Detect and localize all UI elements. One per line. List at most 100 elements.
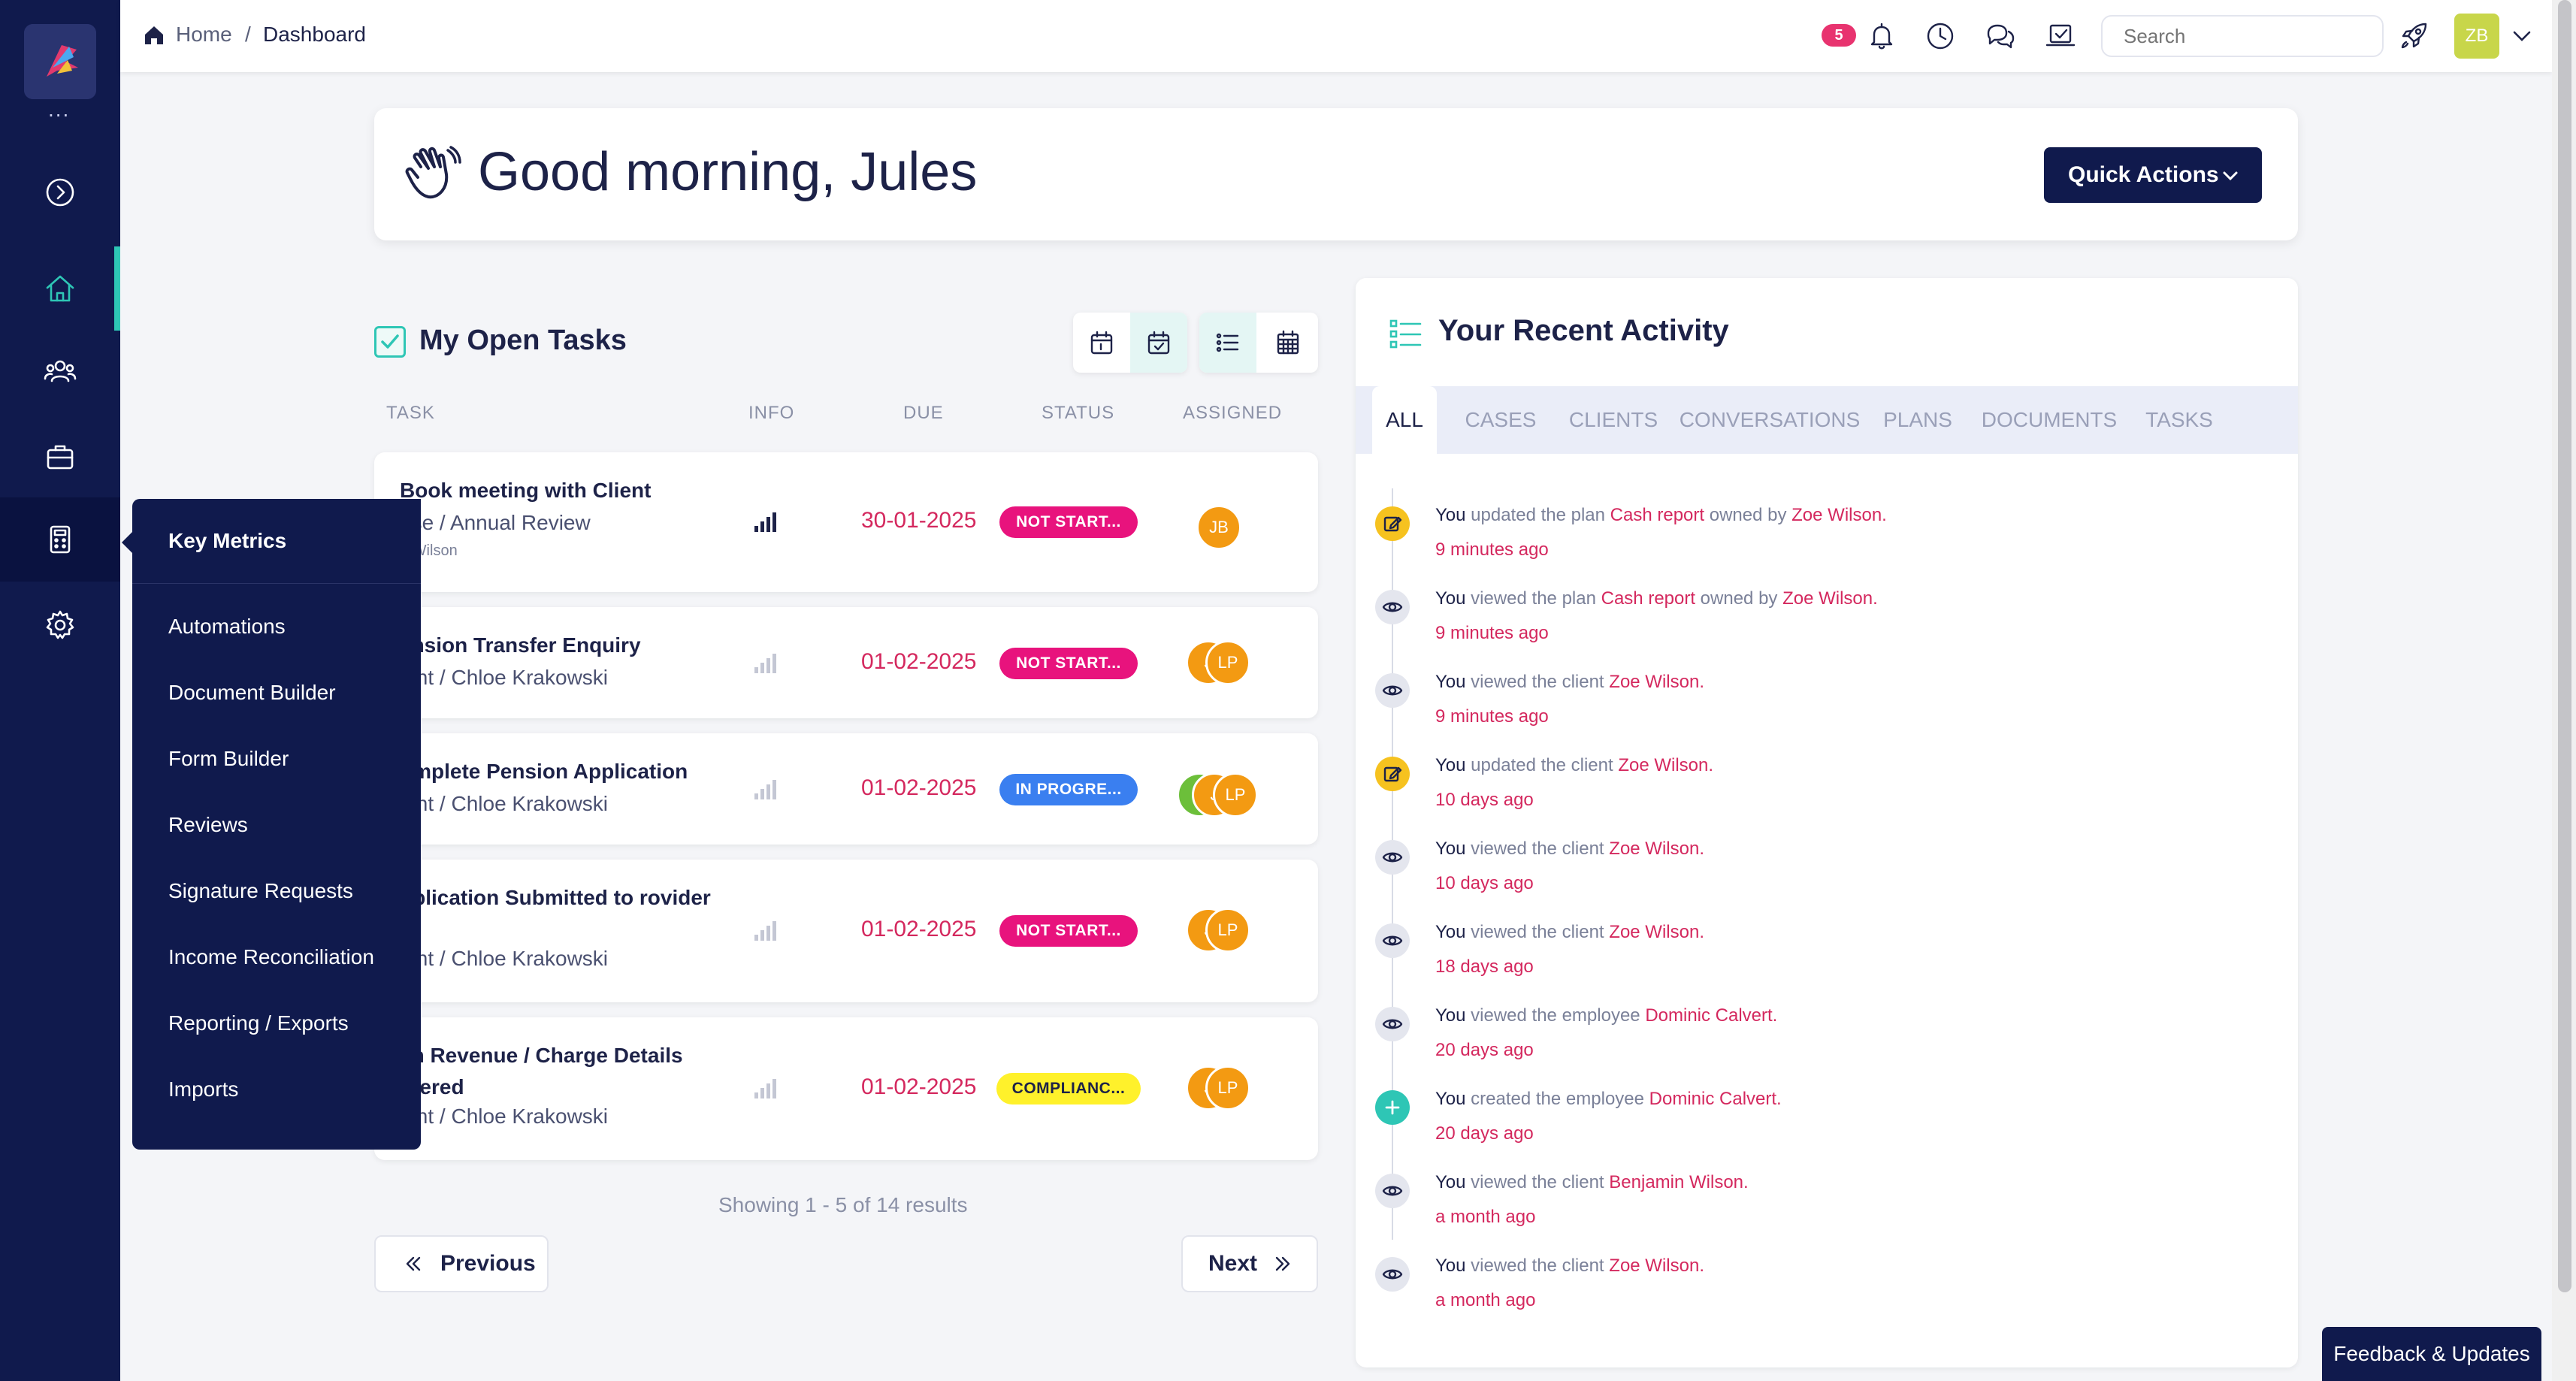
flyout-title[interactable]: Key Metrics — [168, 529, 286, 553]
recent-activity-card: Your Recent Activity ALL CASES CLIENTS C… — [1356, 278, 2298, 1367]
flyout-item-document-builder[interactable]: Document Builder — [168, 681, 336, 705]
activity-time: a month ago — [1435, 1290, 1536, 1310]
activity-item: You viewed the client Zoe Wilson. a month… — [1356, 1248, 2298, 1323]
task-context: ient / Chloe Krakowski — [400, 1104, 609, 1128]
activity-action: created the employee — [1465, 1089, 1649, 1109]
task-row[interactable]: pplication Submitted to rovider ient / C… — [374, 860, 1318, 1002]
quick-actions-button[interactable]: Quick Actions — [2044, 147, 2262, 203]
assignee-avatar[interactable]: LP — [1213, 772, 1258, 817]
activity-time: 9 minutes ago — [1435, 539, 1549, 560]
chevron-down-icon[interactable] — [2510, 24, 2534, 48]
activity-action: viewed the plan — [1465, 588, 1601, 609]
pagination-summary: Showing 1 - 5 of 14 results — [718, 1193, 968, 1216]
task-row[interactable]: omplete Pension Application ient / Chloe… — [374, 733, 1318, 845]
notification-count-badge: 5 — [1822, 24, 1856, 47]
activity-time: 10 days ago — [1435, 873, 1534, 893]
column-assigned[interactable]: ASSIGNED — [1183, 403, 1282, 424]
activity-text: You created the employee Dominic Calvert… — [1435, 1089, 1782, 1110]
activity-link[interactable]: Dominic Calvert. — [1649, 1089, 1782, 1109]
column-due[interactable]: DUE — [903, 403, 944, 424]
users-icon[interactable] — [38, 349, 83, 394]
column-status[interactable]: STATUS — [1042, 403, 1114, 424]
scrollbar-thumb[interactable] — [2558, 0, 2571, 1292]
priority-signal-icon — [754, 1079, 776, 1098]
activity-actor: You — [1435, 839, 1466, 859]
activity-owner-link[interactable]: Zoe Wilson. — [1782, 588, 1878, 609]
task-name[interactable]: Book meeting with Client — [400, 475, 730, 506]
activity-link[interactable]: Cash report — [1601, 588, 1695, 609]
column-task[interactable]: TASK — [386, 403, 435, 424]
user-avatar[interactable]: ZB — [2454, 14, 2499, 59]
calendar-check-icon[interactable] — [1130, 313, 1187, 373]
home-icon[interactable] — [38, 266, 83, 311]
assignee-avatar[interactable]: JB — [1196, 505, 1241, 550]
task-name[interactable]: ension Transfer Enquiry — [400, 630, 730, 661]
eye-icon — [1375, 1007, 1410, 1041]
column-info[interactable]: INFO — [748, 403, 794, 424]
activity-time: 18 days ago — [1435, 956, 1534, 977]
activity-link[interactable]: Cash report — [1610, 505, 1704, 525]
tab-all[interactable]: ALL — [1372, 386, 1437, 454]
tasks-check-icon — [374, 326, 406, 358]
expand-sidebar-icon[interactable] — [38, 170, 83, 215]
next-page-button[interactable]: Next — [1181, 1235, 1318, 1292]
task-row[interactable]: Book meeting with Client ase / Annual Re… — [374, 452, 1318, 592]
flyout-item-imports[interactable]: Imports — [168, 1077, 238, 1101]
activity-item: You viewed the client Zoe Wilson. 9 minut… — [1356, 664, 2298, 739]
tab-tasks[interactable]: TASKS — [2134, 386, 2224, 454]
date-view-toggle — [1073, 313, 1187, 373]
tab-plans[interactable]: PLANS — [1873, 386, 1963, 454]
logo-more-dots: ... — [48, 98, 71, 121]
flyout-item-automations[interactable]: Automations — [168, 615, 286, 639]
priority-signal-icon — [754, 921, 776, 941]
breadcrumb-home-icon[interactable] — [143, 24, 165, 47]
search-input[interactable] — [2101, 15, 2384, 57]
flyout-item-form-builder[interactable]: Form Builder — [168, 747, 289, 771]
tab-conversations[interactable]: CONVERSATIONS — [1676, 386, 1864, 454]
chat-icon[interactable] — [1984, 20, 2017, 53]
chevron-down-icon — [2223, 171, 2238, 181]
activity-owner-link[interactable]: Zoe Wilson. — [1791, 505, 1887, 525]
calculator-icon[interactable] — [38, 517, 83, 562]
activity-action: viewed the client — [1465, 1256, 1610, 1276]
clock-icon[interactable] — [1924, 20, 1957, 53]
flyout-item-reporting-exports[interactable]: Reporting / Exports — [168, 1011, 349, 1035]
gear-icon[interactable] — [38, 603, 83, 648]
task-name[interactable]: pplication Submitted to rovider — [400, 882, 730, 914]
activity-link[interactable]: Zoe Wilson. — [1609, 672, 1704, 692]
breadcrumb-home[interactable]: Home — [176, 23, 232, 47]
feedback-updates-button[interactable]: Feedback & Updates — [2322, 1327, 2541, 1381]
activity-item: You viewed the client Benjamin Wilson. a … — [1356, 1165, 2298, 1240]
activity-link[interactable]: Benjamin Wilson. — [1609, 1172, 1748, 1192]
list-view-icon[interactable] — [1199, 313, 1256, 373]
tab-documents[interactable]: DOCUMENTS — [1972, 386, 2127, 454]
rocket-icon[interactable] — [2397, 20, 2430, 53]
flyout-item-reviews[interactable]: Reviews — [168, 813, 248, 837]
laptop-check-icon[interactable] — [2044, 20, 2077, 53]
activity-link[interactable]: Zoe Wilson. — [1609, 1256, 1704, 1276]
tab-cases[interactable]: CASES — [1452, 386, 1550, 454]
task-row[interactable]: an Revenue / Charge Details ntered ient … — [374, 1017, 1318, 1160]
calendar-grid-icon[interactable] — [1259, 313, 1317, 373]
bell-icon[interactable] — [1865, 20, 1898, 53]
activity-action: viewed the client — [1465, 1172, 1610, 1192]
calendar-day-icon[interactable] — [1073, 313, 1130, 373]
breadcrumb-separator: / — [245, 23, 251, 46]
activity-link[interactable]: Zoe Wilson. — [1609, 922, 1704, 942]
flyout-item-income-reconciliation[interactable]: Income Reconciliation — [168, 945, 374, 969]
briefcase-icon[interactable] — [38, 434, 83, 479]
assignee-avatar[interactable]: LP — [1205, 908, 1250, 953]
sidebar: ... — [0, 0, 120, 1381]
flyout-item-signature-requests[interactable]: Signature Requests — [168, 879, 353, 903]
previous-page-button[interactable]: Previous — [374, 1235, 549, 1292]
task-row[interactable]: ension Transfer Enquiry ient / Chloe Kra… — [374, 607, 1318, 718]
task-name[interactable]: omplete Pension Application — [400, 756, 730, 787]
task-name[interactable]: an Revenue / Charge Details ntered — [400, 1040, 730, 1103]
activity-link[interactable]: Zoe Wilson. — [1618, 755, 1713, 775]
assignee-avatar[interactable]: LP — [1205, 1065, 1250, 1111]
assignee-avatar[interactable]: LP — [1205, 640, 1250, 685]
activity-link[interactable]: Zoe Wilson. — [1609, 839, 1704, 859]
app-logo[interactable] — [24, 24, 96, 99]
tab-clients[interactable]: CLIENTS — [1560, 386, 1667, 454]
activity-link[interactable]: Dominic Calvert. — [1645, 1005, 1777, 1026]
